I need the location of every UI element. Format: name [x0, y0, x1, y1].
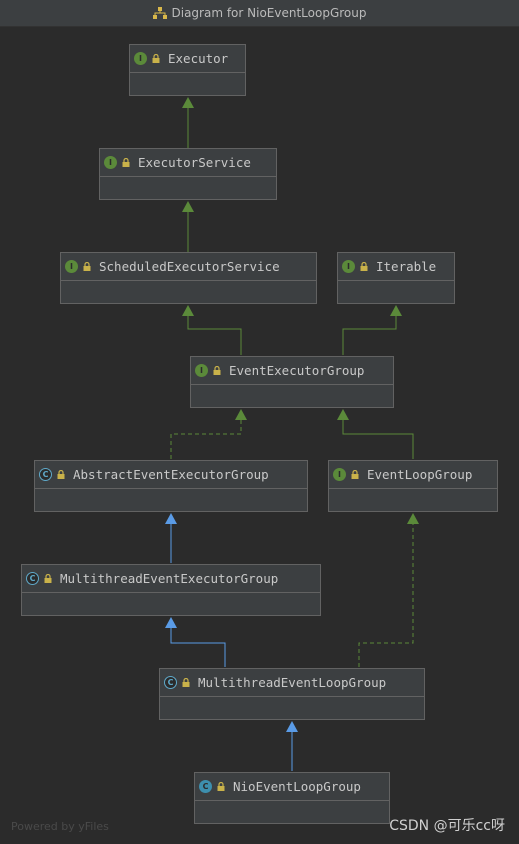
- node-multithread-event-executor-group[interactable]: C MultithreadEventExecutorGroup: [21, 564, 321, 616]
- lock-icon: [360, 262, 368, 271]
- lock-icon: [83, 262, 91, 271]
- edge-executorservice-to-executor: [182, 97, 194, 148]
- node-label: MultithreadEventLoopGroup: [198, 675, 387, 690]
- edge-eventloopgroup-to-eventexecutorgroup: [337, 409, 414, 459]
- edge-eventexecutorgroup-to-scheduled: [182, 305, 242, 355]
- edge-multithreadloop-implements-eventloopgroup: [358, 513, 419, 667]
- edge-eventexecutorgroup-to-iterable: [342, 305, 402, 355]
- lock-icon: [152, 54, 160, 63]
- node-iterable[interactable]: I Iterable: [337, 252, 455, 304]
- node-label: ExecutorService: [138, 155, 251, 170]
- interface-icon: I: [104, 156, 117, 169]
- edge-multithreadloop-extends-multithreadexecutor: [165, 617, 226, 667]
- node-multithread-event-loop-group[interactable]: C MultithreadEventLoopGroup: [159, 668, 425, 720]
- node-label: EventLoopGroup: [367, 467, 473, 482]
- interface-icon: I: [195, 364, 208, 377]
- edge-multithreadexecutor-extends-abstract: [165, 513, 177, 563]
- lock-icon: [217, 782, 225, 791]
- interface-icon: I: [65, 260, 78, 273]
- edge-scheduled-to-executorservice: [182, 201, 194, 252]
- node-executor[interactable]: I Executor: [129, 44, 246, 96]
- node-label: AbstractEventExecutorGroup: [73, 467, 269, 482]
- edge-abstract-implements-eventexecutorgroup: [170, 409, 247, 459]
- interface-icon: I: [342, 260, 355, 273]
- window-title: Diagram for NioEventLoopGroup: [171, 6, 367, 20]
- node-nio-event-loop-group[interactable]: C NioEventLoopGroup: [194, 772, 390, 824]
- lock-icon: [351, 470, 359, 479]
- lock-icon: [213, 366, 221, 375]
- powered-by-label: Powered by yFiles: [11, 820, 109, 833]
- node-executor-service[interactable]: I ExecutorService: [99, 148, 277, 200]
- abstract-class-icon: C: [164, 676, 177, 689]
- lock-icon: [57, 470, 65, 479]
- watermark-label: CSDN @可乐cc呀: [389, 818, 505, 834]
- node-event-executor-group[interactable]: I EventExecutorGroup: [190, 356, 394, 408]
- lock-icon: [44, 574, 52, 583]
- lock-icon: [182, 678, 190, 687]
- edge-nio-extends-multithreadloop: [286, 721, 298, 771]
- abstract-class-icon: C: [39, 468, 52, 481]
- node-label: ScheduledExecutorService: [99, 259, 280, 274]
- node-scheduled-executor-service[interactable]: I ScheduledExecutorService: [60, 252, 317, 304]
- window-title-bar: Diagram for NioEventLoopGroup: [0, 0, 519, 27]
- lock-icon: [122, 158, 130, 167]
- node-label: MultithreadEventExecutorGroup: [60, 571, 279, 586]
- node-label: Executor: [168, 51, 229, 66]
- diagram-icon: [152, 7, 167, 19]
- node-label: Iterable: [376, 259, 437, 274]
- node-abstract-event-executor-group[interactable]: C AbstractEventExecutorGroup: [34, 460, 308, 512]
- abstract-class-icon: C: [26, 572, 39, 585]
- class-icon: C: [199, 780, 212, 793]
- interface-icon: I: [333, 468, 346, 481]
- node-event-loop-group[interactable]: I EventLoopGroup: [328, 460, 498, 512]
- interface-icon: I: [134, 52, 147, 65]
- node-label: NioEventLoopGroup: [233, 779, 361, 794]
- node-label: EventExecutorGroup: [229, 363, 365, 378]
